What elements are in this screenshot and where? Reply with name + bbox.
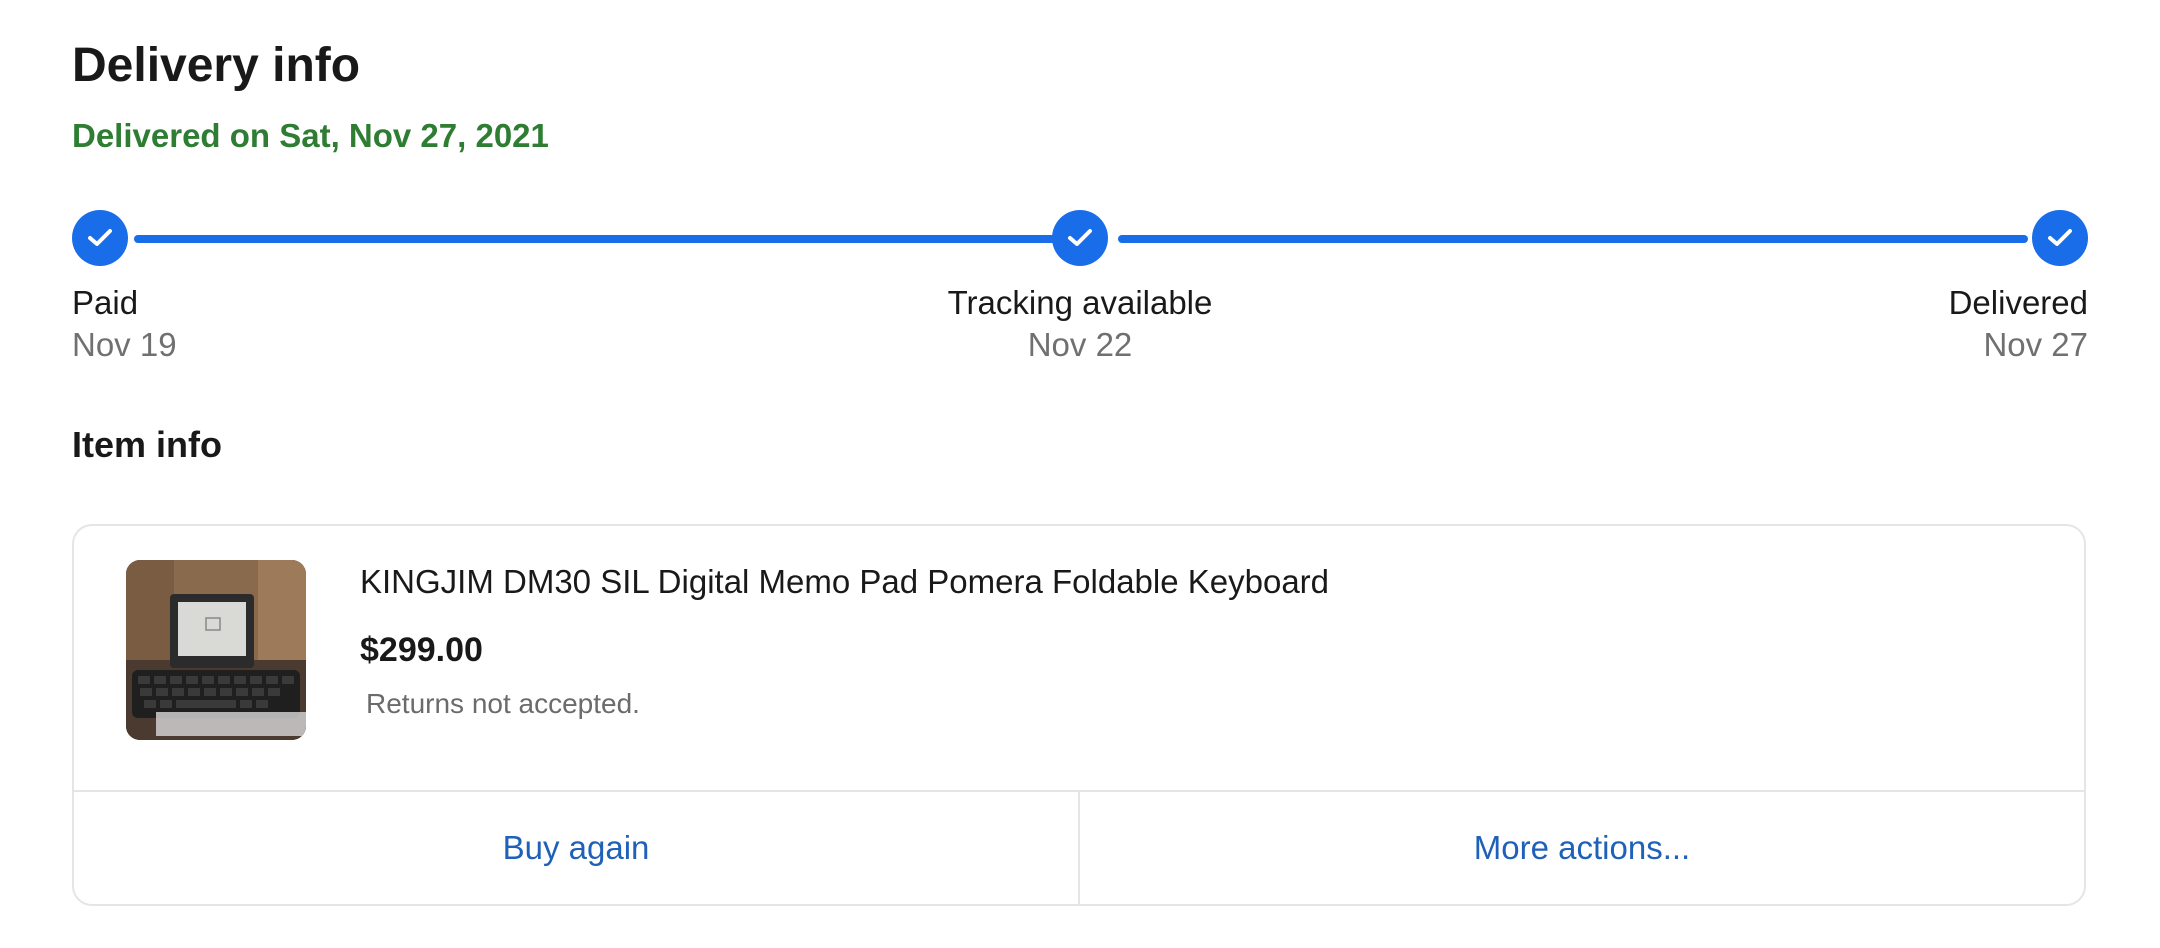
- item-card: KINGJIM DM30 SIL Digital Memo Pad Pomera…: [72, 524, 2086, 906]
- step-date: Nov 27: [1983, 326, 2088, 363]
- step-date: Nov 22: [1027, 326, 1133, 363]
- product-image: [126, 560, 306, 740]
- progress-line-1: [134, 235, 1082, 243]
- product-thumbnail[interactable]: [126, 560, 306, 740]
- step-tracking-available: Tracking available Nov 22: [948, 282, 1213, 366]
- delivery-status: Delivered on Sat, Nov 27, 2021: [72, 117, 549, 154]
- item-info-heading: Item info: [72, 424, 222, 465]
- delivery-progress-tracker: [72, 210, 2088, 266]
- step-label: Delivered: [1948, 284, 2088, 321]
- item-price: $299.00: [360, 631, 483, 669]
- more-actions-button[interactable]: More actions...: [1078, 792, 2084, 904]
- progress-line-2: [1118, 235, 2028, 243]
- item-title-link[interactable]: KINGJIM DM30 SIL Digital Memo Pad Pomera…: [360, 560, 1329, 604]
- step-delivered: Delivered Nov 27: [1949, 282, 2088, 366]
- delivery-page: Delivery info Delivered on Sat, Nov 27, …: [72, 0, 2088, 948]
- delivery-info-heading: Delivery info: [72, 39, 361, 92]
- step-label: Tracking available: [947, 284, 1213, 321]
- step-label: Paid: [72, 284, 139, 321]
- check-icon: [1067, 228, 1093, 248]
- step-date: Nov 19: [72, 326, 177, 363]
- step-paid-indicator: [72, 210, 128, 266]
- step-tracking-indicator: [1052, 210, 1108, 266]
- step-delivered-indicator: [2032, 210, 2088, 266]
- buy-again-button[interactable]: Buy again: [74, 792, 1078, 904]
- item-actions: Buy again More actions...: [74, 790, 2084, 904]
- check-icon: [87, 228, 113, 248]
- return-policy: Returns not accepted.: [366, 688, 640, 719]
- check-icon: [2047, 228, 2073, 248]
- step-paid: Paid Nov 19: [72, 282, 177, 366]
